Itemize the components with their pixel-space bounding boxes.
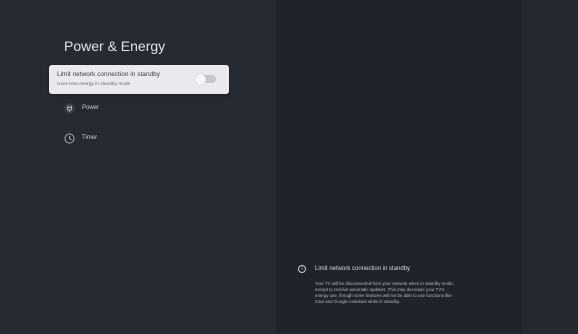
toggle-knob	[195, 73, 206, 85]
info-icon: i	[298, 265, 306, 273]
menu-item-power[interactable]: Power	[64, 101, 99, 115]
standby-network-toggle[interactable]	[195, 73, 216, 85]
info-body: Your TV will be disconnected from your n…	[315, 281, 454, 305]
info-title: Limit network connection in standby	[315, 266, 411, 272]
power-plug-icon	[64, 102, 75, 114]
page-title: Power & Energy	[64, 38, 166, 54]
info-description: i Limit network connection in standby Yo…	[298, 265, 454, 305]
setting-title: Limit network connection in standby	[57, 71, 160, 78]
menu-item-timer[interactable]: Timer	[64, 131, 97, 145]
menu-item-label: Power	[82, 105, 100, 111]
info-header: i Limit network connection in standby	[298, 265, 448, 273]
timer-icon	[64, 133, 75, 144]
menu-item-label: Timer	[82, 135, 98, 141]
settings-screen: Power & Energy Limit network connection …	[0, 0, 578, 334]
right-edge-panel	[522, 0, 578, 334]
setting-subtitle: Uses less energy in standby mode	[57, 82, 131, 87]
